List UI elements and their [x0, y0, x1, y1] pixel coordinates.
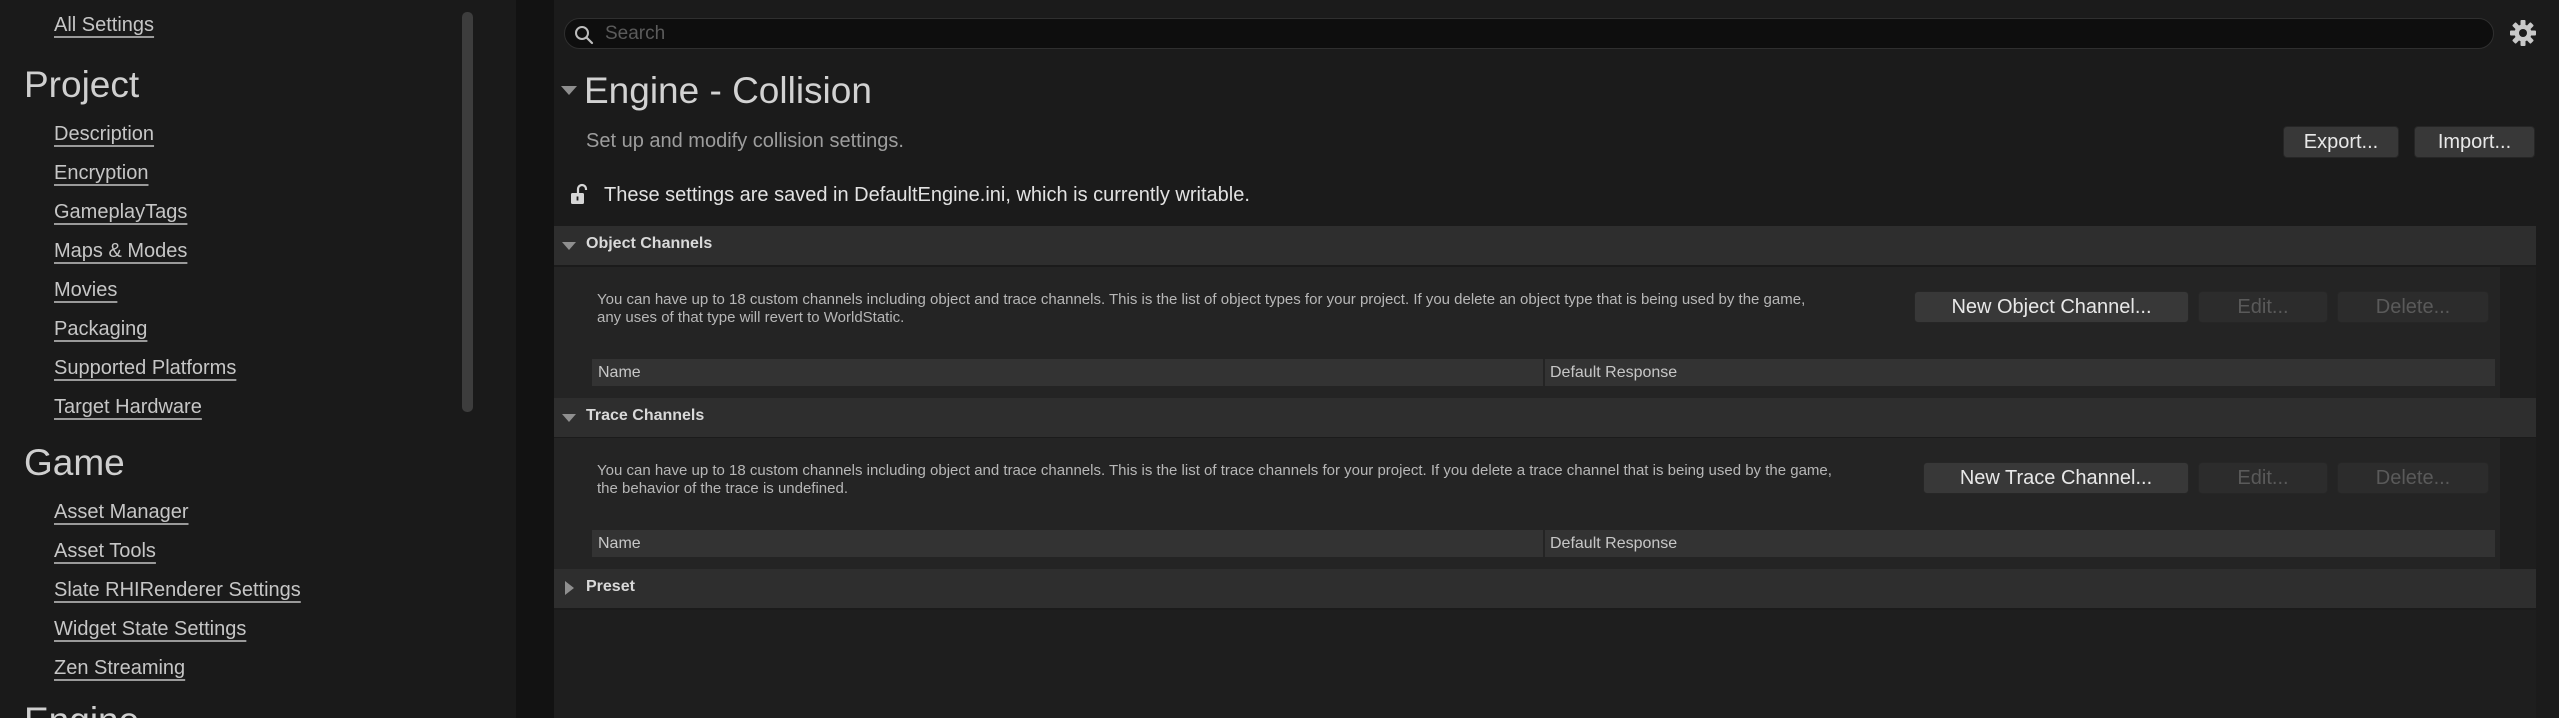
- page-description: Set up and modify collision settings.: [586, 130, 904, 152]
- import-button[interactable]: Import...: [2414, 126, 2535, 158]
- category-label: Trace Channels: [586, 407, 705, 424]
- triangle-right-icon: [565, 581, 574, 595]
- sidebar-item-zen-streaming[interactable]: Zen Streaming: [54, 657, 185, 680]
- category-label: Object Channels: [586, 235, 713, 252]
- column-header-name[interactable]: Name: [598, 535, 641, 553]
- gear-icon[interactable]: [2506, 16, 2540, 50]
- column-header-default-response[interactable]: Default Response: [1550, 535, 1677, 553]
- category-header-trace-channels[interactable]: Trace Channels: [554, 398, 2536, 437]
- search-input[interactable]: [605, 21, 2465, 46]
- delete-object-channel-button[interactable]: Delete...: [2337, 291, 2489, 323]
- export-button[interactable]: Export...: [2283, 126, 2399, 158]
- column-divider[interactable]: [1543, 530, 1545, 557]
- section-collapse-icon[interactable]: [561, 86, 577, 95]
- config-file-note: These settings are saved in DefaultEngin…: [568, 180, 1250, 210]
- column-divider[interactable]: [1543, 359, 1545, 386]
- sidebar-category-engine: Engine: [24, 700, 139, 718]
- sidebar-item-maps-modes[interactable]: Maps & Modes: [54, 240, 187, 263]
- column-header-name[interactable]: Name: [598, 364, 641, 382]
- sidebar-item-movies[interactable]: Movies: [54, 279, 117, 302]
- sidebar-item-packaging[interactable]: Packaging: [54, 318, 147, 341]
- sidebar-item-gameplaytags[interactable]: GameplayTags: [54, 201, 187, 224]
- config-note-text: These settings are saved in DefaultEngin…: [604, 183, 1250, 206]
- description-line: You can have up to 18 custom channels in…: [597, 291, 1806, 308]
- description-line: any uses of that type will revert to Wor…: [597, 309, 905, 326]
- scroll-gutter: [2500, 438, 2536, 569]
- triangle-down-icon: [562, 242, 576, 250]
- column-header-default-response[interactable]: Default Response: [1550, 364, 1677, 382]
- trace-channels-table-header: Name Default Response: [592, 530, 2495, 557]
- object-channels-description: You can have up to 18 custom channels in…: [597, 291, 1805, 327]
- unlocked-lock-icon: [571, 183, 588, 204]
- settings-sidebar: All Settings Project Description Encrypt…: [0, 0, 516, 718]
- delete-trace-channel-button[interactable]: Delete...: [2337, 462, 2489, 494]
- sidebar-item-supported-platforms[interactable]: Supported Platforms: [54, 357, 236, 380]
- new-trace-channel-button[interactable]: New Trace Channel...: [1923, 462, 2189, 494]
- sidebar-splitter[interactable]: [516, 0, 554, 718]
- scroll-gutter: [2500, 267, 2536, 398]
- sidebar-item-asset-tools[interactable]: Asset Tools: [54, 540, 156, 563]
- sidebar-item-slate-rhirenderer-settings[interactable]: Slate RHIRenderer Settings: [54, 579, 301, 602]
- sidebar-item-description[interactable]: Description: [54, 123, 154, 146]
- new-object-channel-button[interactable]: New Object Channel...: [1914, 291, 2189, 323]
- sidebar-scrollbar[interactable]: [462, 12, 473, 412]
- sidebar-item-encryption[interactable]: Encryption: [54, 162, 149, 185]
- details-empty-area: [554, 610, 2536, 718]
- settings-details-panel: Engine - Collision Set up and modify col…: [554, 0, 2559, 718]
- sidebar-item-asset-manager[interactable]: Asset Manager: [54, 501, 189, 524]
- search-box[interactable]: [564, 18, 2494, 49]
- sidebar-item-widget-state-settings[interactable]: Widget State Settings: [54, 618, 246, 641]
- edit-object-channel-button[interactable]: Edit...: [2198, 291, 2328, 323]
- sidebar-category-game: Game: [24, 442, 125, 483]
- description-line: the behavior of the trace is undefined.: [597, 480, 849, 497]
- sidebar-link-all-settings[interactable]: All Settings: [54, 14, 154, 37]
- object-channels-table-header: Name Default Response: [592, 359, 2495, 386]
- category-header-preset[interactable]: Preset: [554, 569, 2536, 608]
- sidebar-category-project: Project: [24, 64, 140, 105]
- triangle-down-icon: [562, 414, 576, 422]
- category-label: Preset: [586, 578, 635, 595]
- trace-channels-description: You can have up to 18 custom channels in…: [597, 462, 1832, 498]
- search-icon: [575, 26, 594, 45]
- edit-trace-channel-button[interactable]: Edit...: [2198, 462, 2328, 494]
- trace-channels-body: You can have up to 18 custom channels in…: [554, 438, 2536, 569]
- sidebar-item-target-hardware[interactable]: Target Hardware: [54, 396, 202, 419]
- description-line: You can have up to 18 custom channels in…: [597, 462, 1832, 479]
- category-header-object-channels[interactable]: Object Channels: [554, 226, 2536, 265]
- page-title: Engine - Collision: [584, 70, 872, 111]
- object-channels-body: You can have up to 18 custom channels in…: [554, 267, 2536, 398]
